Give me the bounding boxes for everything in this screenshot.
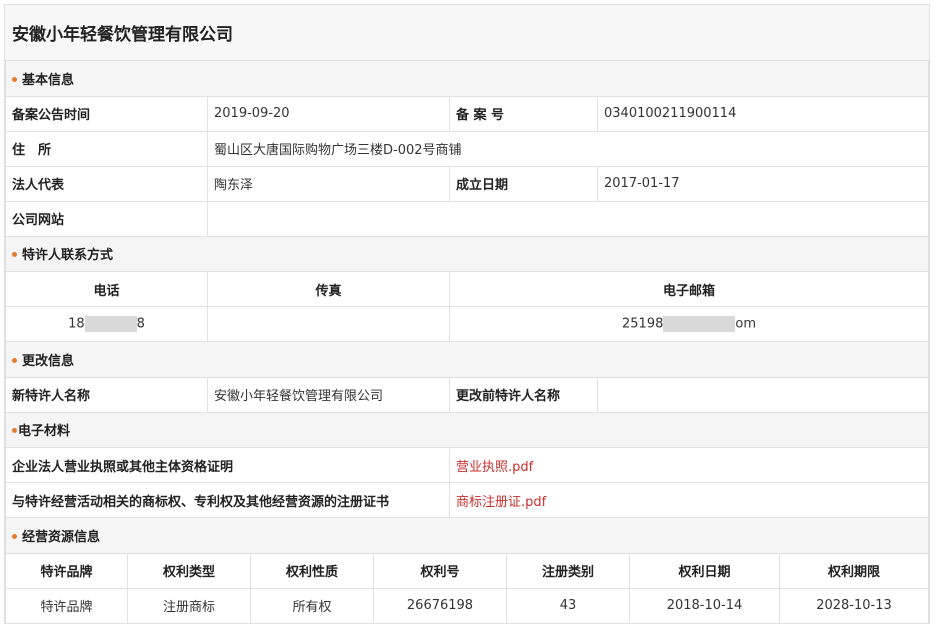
announce-date-label: 备案公告时间 [5, 95, 208, 132]
column-header: 特许品牌 [5, 552, 128, 589]
section-header-basic: 基本信息 [5, 61, 929, 97]
table-cell: 特许品牌 [5, 587, 128, 624]
old-name-label: 更改前特许人名称 [449, 376, 598, 413]
company-name: 安徽小年轻餐饮管理有限公司 [12, 25, 233, 45]
license-label: 企业法人营业执照或其他主体资格证明 [5, 447, 450, 483]
new-name-label: 新特许人名称 [5, 376, 208, 413]
founded-label: 成立日期 [449, 165, 598, 202]
phone-end: 8 [136, 316, 145, 332]
section-header-change: 更改信息 [5, 342, 929, 378]
contact-table: 特许人联系方式 电话 传真 电子邮箱 18 8 25198 om [5, 236, 929, 342]
record-no-label: 备 案 号 [449, 95, 598, 132]
column-header: 权利日期 [629, 552, 780, 589]
new-name-value: 安徽小年轻餐饮管理有限公司 [207, 376, 450, 413]
legal-rep-label: 法人代表 [5, 165, 208, 202]
company-detail-panel: 安徽小年轻餐饮管理有限公司 基本信息 备案公告时间 2019-09-20 备 案… [4, 4, 930, 624]
bullet-dot-icon [12, 533, 17, 539]
address-value: 蜀山区大唐国际购物广场三楼D-002号商铺 [207, 130, 929, 167]
founded-value: 2017-01-17 [597, 165, 929, 202]
email-end: om [735, 316, 756, 332]
license-pdf-link[interactable]: 营业执照.pdf [456, 460, 533, 475]
announce-date-value: 2019-09-20 [207, 95, 450, 132]
section-header-resources: 经营资源信息 [5, 518, 929, 554]
license-file-cell: 营业执照.pdf [449, 447, 929, 483]
record-no-value: 0340100211900114 [597, 95, 929, 132]
email-value: 25198 om [449, 306, 929, 342]
bullet-dot-icon [12, 428, 17, 434]
resources-table: 经营资源信息 特许品牌 权利类型 权利性质 权利号 注册类别 权利日期 权利期限… [5, 518, 929, 624]
table-cell: 注册商标 [127, 587, 251, 624]
title-bar: 安徽小年轻餐饮管理有限公司 [5, 4, 929, 61]
column-header: 权利期限 [779, 552, 929, 589]
trademark-label: 与特许经营活动相关的商标权、专利权及其他经营资源的注册证书 [5, 482, 450, 518]
column-header: 权利类型 [127, 552, 251, 589]
bullet-dot-icon [12, 357, 17, 363]
column-header: 注册类别 [506, 552, 630, 589]
trademark-pdf-link[interactable]: 商标注册证.pdf [456, 495, 546, 510]
change-info-table: 更改信息 新特许人名称 安徽小年轻餐饮管理有限公司 更改前特许人名称 [5, 342, 929, 413]
resources-header-row: 特许品牌 权利类型 权利性质 权利号 注册类别 权利日期 权利期限 [5, 552, 929, 589]
trademark-file-cell: 商标注册证.pdf [449, 482, 929, 518]
basic-info-table: 基本信息 备案公告时间 2019-09-20 备 案 号 03401002119… [5, 61, 929, 237]
old-name-value [597, 376, 929, 413]
section-title: 更改信息 [22, 353, 75, 369]
website-label: 公司网站 [5, 200, 208, 237]
redaction-mask [663, 316, 736, 332]
table-cell: 43 [506, 587, 630, 624]
table-cell: 2018-10-14 [629, 587, 780, 624]
redaction-mask [84, 316, 137, 332]
email-start: 25198 [622, 316, 664, 332]
table-cell: 26676198 [373, 587, 507, 624]
table-row: 特许品牌 注册商标 所有权 26676198 43 2018-10-14 202… [5, 587, 929, 624]
phone-header: 电话 [5, 271, 208, 307]
section-title: 电子材料 [18, 424, 71, 440]
materials-table: 电子材料 企业法人营业执照或其他主体资格证明 营业执照.pdf 与特许经营活动相… [5, 412, 929, 518]
email-header: 电子邮箱 [449, 271, 929, 307]
phone-value: 18 8 [5, 306, 208, 342]
website-value [207, 200, 929, 237]
section-title: 经营资源信息 [22, 529, 101, 545]
section-title: 基本信息 [22, 72, 75, 88]
section-header-contact: 特许人联系方式 [5, 236, 929, 272]
section-header-materials: 电子材料 [5, 412, 929, 448]
fax-value [207, 306, 450, 342]
bullet-dot-icon [12, 252, 17, 258]
address-label: 住 所 [5, 130, 208, 167]
section-title: 特许人联系方式 [22, 248, 114, 264]
column-header: 权利号 [373, 552, 507, 589]
legal-rep-value: 陶东泽 [207, 165, 450, 202]
fax-header: 传真 [207, 271, 450, 307]
column-header: 权利性质 [250, 552, 374, 589]
phone-start: 18 [68, 316, 85, 332]
table-cell: 2028-10-13 [779, 587, 929, 624]
bullet-dot-icon [12, 76, 17, 82]
table-cell: 所有权 [250, 587, 374, 624]
